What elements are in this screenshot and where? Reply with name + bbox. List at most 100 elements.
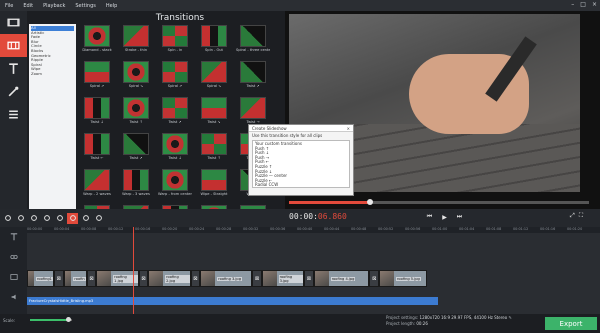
settings-icon[interactable] — [93, 213, 104, 224]
export-button[interactable]: Export — [545, 317, 597, 330]
timeline-clip[interactable]: roofin — [63, 270, 87, 287]
transitions-icon[interactable] — [0, 34, 27, 57]
audio-clip[interactable]: FractureCrystalsHidtle_Brisling.mp3 — [27, 297, 438, 305]
timeline-clip[interactable]: roofing 2.jpg — [148, 270, 191, 287]
timeline-clip[interactable]: roofing 5.jpg — [379, 270, 428, 287]
transition-marker[interactable]: ⊠ — [190, 270, 201, 287]
minimize-icon[interactable]: – — [571, 1, 574, 8]
transition-marker[interactable]: ⊠ — [53, 270, 64, 287]
menu-item-playback[interactable]: Playback — [38, 3, 70, 9]
transition-thumbnail[interactable] — [84, 25, 110, 47]
transition-tile[interactable]: Warp - 3 waves — [119, 169, 153, 202]
timeline-clip[interactable]: roofing1 — [27, 270, 54, 287]
transition-tile[interactable]: Wipe - Straight — [197, 169, 231, 202]
transition-thumbnail[interactable] — [162, 133, 188, 155]
category-item[interactable]: Zoom — [31, 71, 74, 77]
transition-thumbnail[interactable] — [201, 61, 227, 83]
transition-tile[interactable]: Spiral ↘ — [197, 61, 231, 94]
transition-thumbnail[interactable] — [201, 169, 227, 191]
maximize-icon[interactable]: □ — [580, 1, 586, 8]
transition-tile[interactable]: Twist ↑ — [119, 97, 153, 130]
preview-seekbar[interactable] — [289, 199, 589, 205]
play-icon[interactable]: ▶ — [439, 212, 450, 222]
transition-marker[interactable]: ⊠ — [369, 270, 380, 287]
rotate-icon[interactable] — [15, 213, 26, 224]
transition-marker[interactable]: ⊠ — [138, 270, 149, 287]
transition-thumbnail[interactable] — [84, 133, 110, 155]
link-track-icon[interactable] — [0, 247, 27, 267]
audio-track-icon[interactable] — [0, 287, 27, 307]
dialog-close-icon[interactable]: × — [347, 126, 350, 131]
transition-tile[interactable]: Stroke - thin — [119, 25, 153, 58]
mic-icon[interactable] — [80, 213, 91, 224]
transition-thumbnail[interactable] — [162, 25, 188, 47]
transition-category-list[interactable]: All Artistic Fade Blur Circle Blocks Geometric… — [29, 24, 76, 209]
transition-tile[interactable]: Spin - in — [158, 25, 192, 58]
transition-thumbnail[interactable] — [84, 97, 110, 119]
dialog-transition-list[interactable]: Your custom transitions Push ↑ Push ↓ Push… — [252, 140, 350, 188]
transition-thumbnail[interactable] — [123, 25, 149, 47]
timeline-clip[interactable]: roofing 4.jpg — [313, 270, 370, 287]
video-track-icon[interactable] — [0, 267, 27, 287]
delete-icon[interactable] — [54, 213, 65, 224]
transition-thumbnail[interactable] — [123, 169, 149, 191]
record-icon[interactable] — [67, 212, 78, 224]
transition-marker[interactable]: ⊠ — [86, 270, 97, 287]
transition-marker[interactable]: ⊠ — [252, 270, 262, 287]
transition-tile[interactable]: Twist ↗ — [236, 61, 270, 94]
menu-icon[interactable] — [0, 103, 27, 126]
film-icon[interactable] — [0, 11, 27, 34]
transition-thumbnail[interactable] — [123, 61, 149, 83]
dialog-option[interactable]: Use this transition style for all clips — [249, 132, 353, 139]
transition-tile[interactable]: Warp - 2 waves — [80, 169, 114, 202]
fullscreen-icon[interactable]: ⤢ — [570, 212, 575, 220]
detach-preview-icon[interactable]: ⛶ — [579, 212, 583, 220]
transition-tile[interactable]: Spiral - three center — [236, 25, 270, 58]
menu-item-settings[interactable]: Settings — [70, 3, 101, 9]
text-icon[interactable] — [0, 57, 27, 80]
transition-tile[interactable]: Twist ↗ — [119, 133, 153, 166]
transition-thumbnail[interactable] — [201, 25, 227, 47]
transition-thumbnail[interactable] — [123, 97, 149, 119]
transition-thumbnail[interactable] — [201, 133, 227, 155]
magic-wand-icon[interactable] — [0, 80, 27, 103]
transition-tile[interactable]: Twist ↓ — [80, 97, 114, 130]
transition-thumbnail[interactable] — [162, 61, 188, 83]
transition-thumbnail[interactable] — [240, 61, 266, 83]
menu-item-help[interactable]: Help — [101, 3, 122, 9]
close-icon[interactable]: × — [592, 1, 597, 8]
transition-thumbnail[interactable] — [162, 97, 188, 119]
text-track-icon[interactable] — [0, 227, 27, 247]
transition-thumbnail[interactable] — [240, 97, 266, 119]
transition-thumbnail[interactable] — [201, 97, 227, 119]
timeline-clip[interactable]: roofing 3.jpg — [200, 270, 253, 287]
menu-item-file[interactable]: File — [0, 3, 18, 9]
cut-icon[interactable] — [2, 213, 13, 224]
transition-thumbnail[interactable] — [123, 133, 149, 155]
transition-tile[interactable]: Spin - Out — [197, 25, 231, 58]
seekbar-knob[interactable] — [367, 199, 373, 205]
scale-slider-knob[interactable] — [66, 317, 71, 322]
transition-thumbnail[interactable] — [84, 61, 110, 83]
transition-tile[interactable]: Diamond - stack — [80, 25, 114, 58]
edit-settings-icon[interactable]: ✎ — [508, 315, 511, 320]
transition-marker[interactable]: ⊠ — [304, 270, 314, 287]
scale-slider[interactable] — [30, 317, 72, 322]
next-icon[interactable]: ⏭ — [454, 212, 465, 222]
transition-tile[interactable]: Twist ← — [80, 133, 114, 166]
transition-thumbnail[interactable] — [240, 25, 266, 47]
contrast-icon[interactable] — [41, 213, 52, 224]
transition-tile[interactable]: Warp - from center — [158, 169, 192, 202]
transition-tile[interactable]: Spiral ↗ — [158, 61, 192, 94]
transition-tile[interactable]: Twist ↗ — [158, 97, 192, 130]
menu-item-edit[interactable]: Edit — [18, 3, 38, 9]
previous-icon[interactable]: ⏮ — [424, 212, 435, 222]
transition-tile[interactable]: Twist ↓ — [158, 133, 192, 166]
transition-thumbnail[interactable] — [162, 169, 188, 191]
transition-tile[interactable]: Twist ↘ — [197, 97, 231, 130]
transition-tile[interactable]: Twist ↑ — [197, 133, 231, 166]
transition-tile[interactable]: Spiral ↗ — [80, 61, 114, 94]
transition-thumbnail[interactable] — [84, 169, 110, 191]
crop-icon[interactable] — [28, 213, 39, 224]
playhead[interactable] — [133, 227, 134, 315]
